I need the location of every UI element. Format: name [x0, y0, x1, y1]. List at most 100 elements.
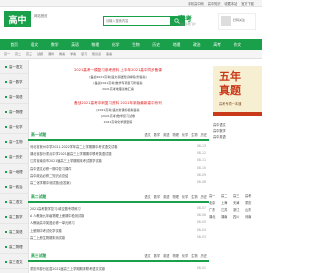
- nav-item[interactable]: 首页: [4, 41, 24, 48]
- sidebar-item[interactable]: 高一历史: [0, 150, 28, 164]
- nav-item[interactable]: 生物: [126, 41, 146, 48]
- subnav-item[interactable]: 学案: [70, 52, 76, 56]
- subnav-item[interactable]: 试题: [37, 52, 43, 56]
- subnav-item[interactable]: 课件: [48, 52, 54, 56]
- nav-item[interactable]: 地理: [166, 41, 186, 48]
- sub-headline[interactable]: 2021高考地理试卷汇编: [30, 87, 206, 91]
- list-item[interactable]: 高中政治必修二知识点总结 08-09: [30, 173, 206, 178]
- section-tab[interactable]: 物理: [173, 132, 179, 137]
- sub-headline[interactable]: [备战2021高考]数学专项复习附答案: [30, 81, 206, 85]
- subnav-item[interactable]: 答案: [106, 52, 112, 56]
- nav-item[interactable]: 历史: [146, 41, 166, 48]
- qr-box[interactable]: 扫码关注: [218, 13, 256, 30]
- top-link[interactable]: 高中知识: [208, 1, 221, 6]
- section-tab[interactable]: 数学: [154, 194, 160, 199]
- section-tab[interactable]: 英语: [163, 132, 169, 137]
- promo-banner[interactable]: 五年 真题 高考专项一本通: [213, 66, 262, 116]
- sidebar-item[interactable]: 高二英语: [0, 225, 28, 239]
- list-item[interactable]: 高中语文必修一期中复习课件 08-10: [30, 166, 206, 171]
- section-tab[interactable]: 生物: [191, 132, 197, 137]
- subnav-item[interactable]: 教案: [59, 52, 65, 56]
- section-tab[interactable]: 生物: [191, 253, 197, 258]
- grade-link[interactable]: 高一: [209, 193, 220, 198]
- list-item[interactable]: 重庆市部分区县2021届高三上学期期末联考语文试卷 08-02: [30, 266, 206, 271]
- nav-item[interactable]: 数学: [45, 41, 65, 48]
- section-tab[interactable]: 历史: [201, 253, 207, 258]
- section-tab[interactable]: 历史: [201, 132, 207, 137]
- subnav-item[interactable]: 高三: [26, 52, 32, 56]
- grade-link[interactable]: 高二: [221, 193, 232, 198]
- list-item[interactable]: 人教版高中英语必修一单元练习 08-05: [30, 220, 206, 225]
- subnav-item[interactable]: 知识点: [92, 52, 101, 56]
- grade-link[interactable]: 湖北: [209, 214, 220, 219]
- sidebar-item[interactable]: 高二数学: [0, 210, 28, 224]
- section-tab[interactable]: 生物: [191, 194, 197, 199]
- sub-headline[interactable]: [备战2021高考]语文基础知识精练(附答案): [30, 75, 206, 79]
- grade-link[interactable]: 四川: [233, 214, 244, 219]
- sub-headline[interactable]: 2021高考化学题型练: [30, 120, 206, 124]
- grade-link[interactable]: 广东: [209, 207, 220, 212]
- search-input[interactable]: [104, 17, 170, 24]
- nav-item[interactable]: 语文: [24, 41, 44, 48]
- right-list-item[interactable]: 高中英语: [213, 134, 262, 139]
- top-link[interactable]: 手机高中网: [188, 1, 204, 6]
- list-item[interactable]: 江苏省南京市2021届高三上学期期末考试数学试卷 08-11: [30, 158, 206, 163]
- section-tab[interactable]: 数学: [154, 253, 160, 258]
- section-tab[interactable]: 化学: [182, 253, 188, 258]
- grade-link[interactable]: 高三: [233, 193, 244, 198]
- grade-link[interactable]: 天津: [233, 200, 244, 205]
- sidebar-item[interactable]: 高二语文: [0, 195, 28, 209]
- grade-link[interactable]: 上海: [221, 200, 232, 205]
- headline[interactable]: 备战2021高考冲刺复习资料 2021年新版最新高中系列: [30, 101, 206, 106]
- list-item[interactable]: 2021高考数学复习:填空题专项练习 08-07: [30, 206, 206, 211]
- list-item[interactable]: 河北省冀州中学2021-2022学年高二上学期期中考试语文试卷 08-13: [30, 144, 206, 149]
- sidebar-item[interactable]: 高一化学: [0, 120, 28, 134]
- section-tab[interactable]: 语文: [144, 132, 150, 137]
- nav-item[interactable]: 物理: [85, 41, 105, 48]
- sidebar-item[interactable]: 高一生物: [0, 135, 28, 149]
- sub-headline[interactable]: [2021高考]数学复习试卷: [30, 114, 206, 118]
- sidebar-item[interactable]: 高二物理: [0, 240, 28, 254]
- grade-link[interactable]: 江苏: [221, 207, 232, 212]
- site-logo[interactable]: 高中: [4, 11, 31, 27]
- nav-item[interactable]: 政治: [187, 41, 207, 48]
- sidebar-item[interactable]: 高一政治: [0, 180, 28, 194]
- sub-headline[interactable]: [2021高考]语文新课标模拟答案: [30, 108, 206, 112]
- sidebar-item[interactable]: 高三语文: [0, 255, 28, 269]
- top-link[interactable]: 官方下载: [241, 1, 254, 6]
- sidebar-item[interactable]: 高一英语: [0, 90, 28, 104]
- list-item[interactable]: 湖北省部分重点中学2021届高三上学期期中联考英语试题 08-12: [30, 151, 206, 156]
- grade-link[interactable]: 山东: [245, 207, 256, 212]
- section-tab[interactable]: 英语: [163, 194, 169, 199]
- grade-link[interactable]: 湖南: [221, 214, 232, 219]
- section-tab[interactable]: 英语: [163, 253, 169, 258]
- grade-link[interactable]: 重庆: [245, 200, 256, 205]
- section-tab[interactable]: 历史: [201, 194, 207, 199]
- nav-item[interactable]: 高考: [207, 41, 227, 48]
- right-list-item[interactable]: 高中语文: [213, 122, 262, 127]
- section-tab[interactable]: 语文: [144, 253, 150, 258]
- list-item[interactable]: 上册期中考试化学试卷 08-04: [30, 228, 206, 233]
- top-link[interactable]: 收藏本站: [225, 1, 238, 6]
- grade-link[interactable]: 河南: [245, 214, 256, 219]
- nav-item[interactable]: 作文: [227, 41, 247, 48]
- sidebar-item[interactable]: 高一数学: [0, 75, 28, 89]
- sidebar-item[interactable]: 高一地理: [0, 165, 28, 179]
- section-tab[interactable]: 物理: [173, 194, 179, 199]
- section-tab[interactable]: 数学: [154, 132, 160, 137]
- subnav-item[interactable]: 高一: [4, 52, 10, 56]
- section-tab[interactable]: 语文: [144, 194, 150, 199]
- right-list-item[interactable]: 高中数学: [213, 128, 262, 133]
- subnav-item[interactable]: 高二: [15, 52, 21, 56]
- section-tab[interactable]: 化学: [182, 132, 188, 137]
- grade-link[interactable]: 高考: [245, 193, 256, 198]
- subnav-item[interactable]: 复习: [81, 52, 87, 56]
- section-tab[interactable]: 物理: [173, 253, 179, 258]
- grade-link[interactable]: 浙江: [233, 207, 244, 212]
- list-item[interactable]: A 人教版九年级物理上册期中检测试卷 08-06: [30, 213, 206, 218]
- headline[interactable]: 2021高考一模复习参考资料 上半年2021高中同步备课: [30, 68, 206, 73]
- list-item[interactable]: 高二化学期中测试题(含答案) 08-08: [30, 180, 206, 185]
- nav-item[interactable]: 化学: [105, 41, 125, 48]
- sidebar-item[interactable]: 高一物理: [0, 105, 28, 119]
- sidebar-item[interactable]: 高一语文: [0, 60, 28, 74]
